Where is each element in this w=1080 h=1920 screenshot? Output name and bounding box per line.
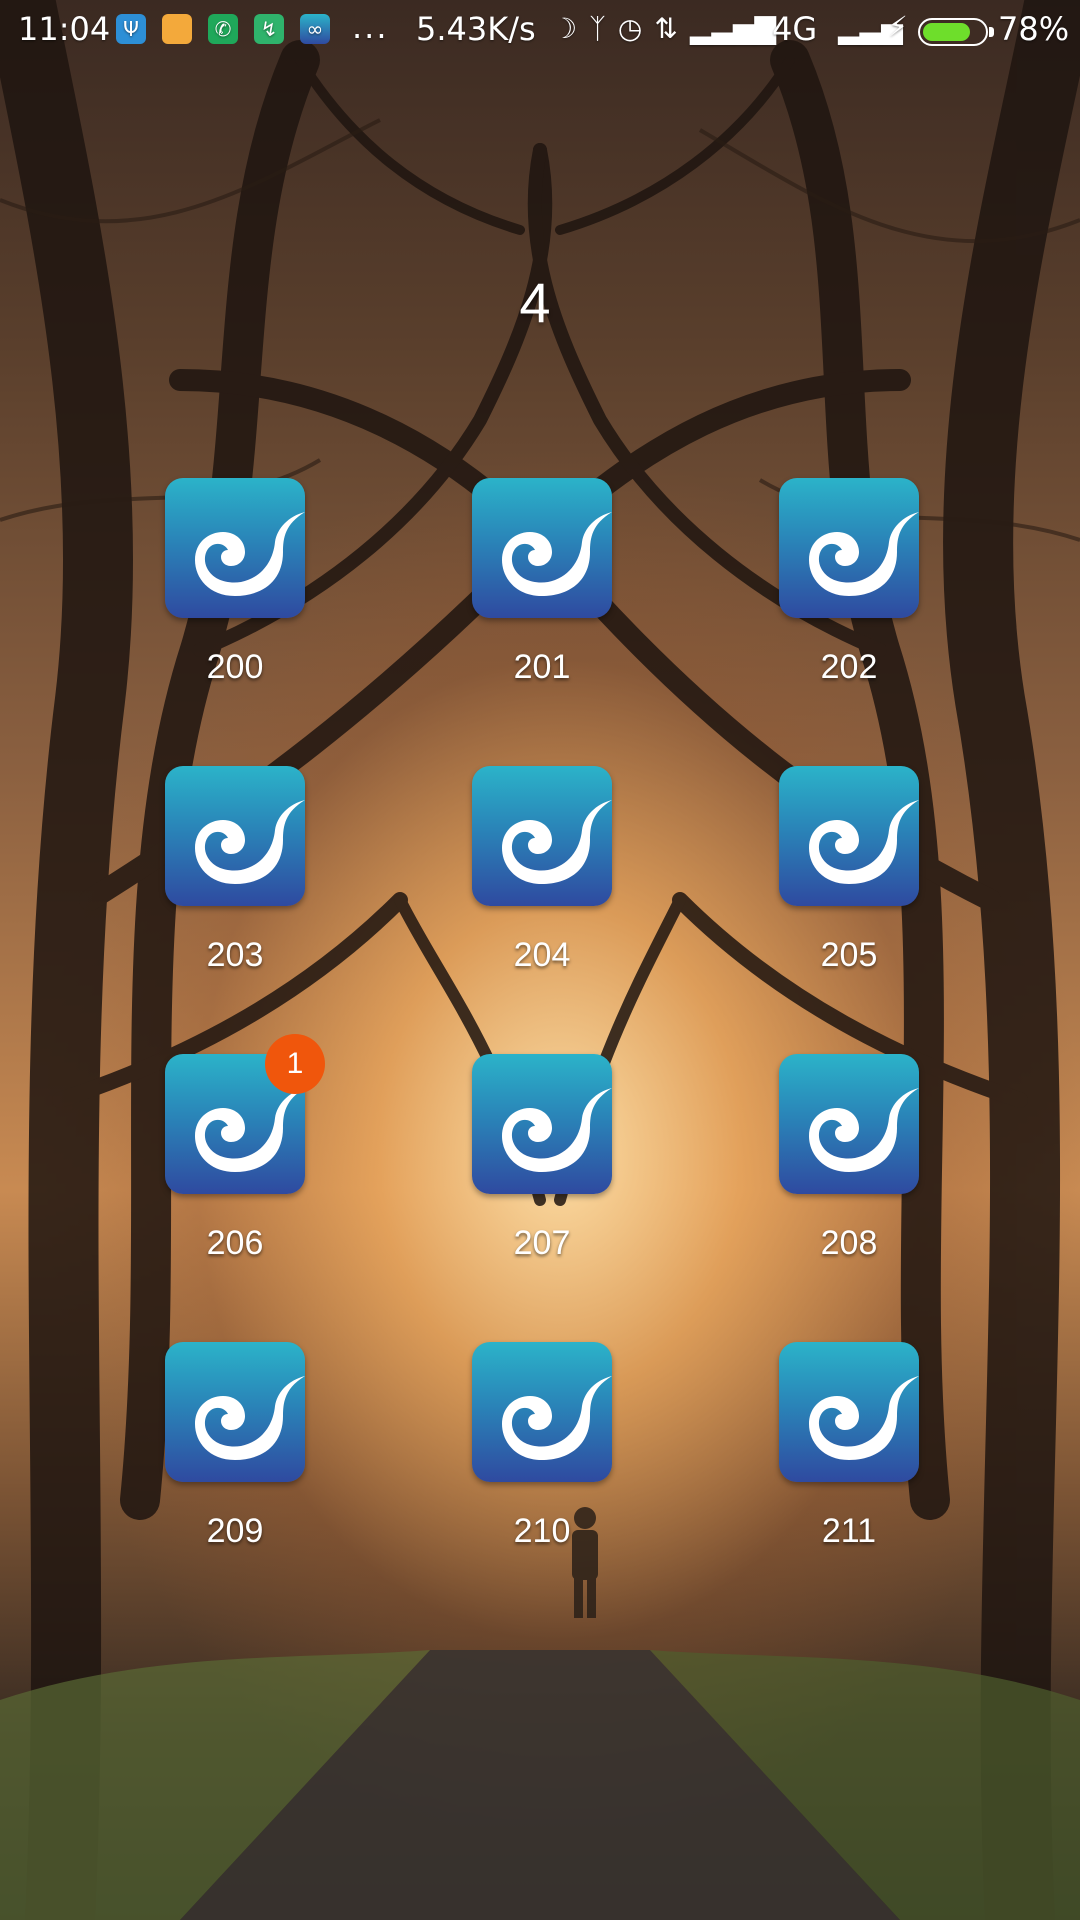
wave-logo-icon[interactable]: 1 bbox=[165, 1034, 325, 1194]
app-label: 205 bbox=[820, 936, 878, 974]
usb-icon: Ψ bbox=[116, 14, 146, 44]
moon-icon: ☽ bbox=[552, 12, 578, 45]
app-209[interactable]: 209 bbox=[140, 1342, 330, 1551]
wave-logo-icon[interactable] bbox=[165, 478, 305, 618]
app-label: 200 bbox=[206, 648, 264, 686]
notification-icons: Ψ ✆ ↯ ∞ bbox=[116, 14, 330, 44]
status-bar: 11:04 Ψ ✆ ↯ ∞ ... 5.43K/s ☽ ᛉ ◷ ⇅ ▂▃▅▇ 4… bbox=[0, 0, 1080, 62]
clock: 11:04 bbox=[18, 10, 111, 48]
status-icons: ☽ ᛉ ◷ ⇅ ▂▃▅▇ bbox=[552, 12, 776, 45]
app-label: 203 bbox=[206, 936, 264, 974]
signal-icon: ▂▃▅▇ bbox=[689, 12, 776, 45]
app-208[interactable]: 208 bbox=[754, 1054, 944, 1263]
wave-logo-icon[interactable] bbox=[472, 1054, 612, 1194]
phone-icon: ✆ bbox=[208, 14, 238, 44]
app-205[interactable]: 205 bbox=[754, 766, 944, 975]
app-207[interactable]: 207 bbox=[447, 1054, 637, 1263]
wave-logo-icon[interactable] bbox=[472, 478, 612, 618]
wave-logo-icon[interactable] bbox=[472, 1342, 612, 1482]
app-204[interactable]: 204 bbox=[447, 766, 637, 975]
app-211[interactable]: 211 bbox=[754, 1342, 944, 1551]
app-203[interactable]: 203 bbox=[140, 766, 330, 975]
wave-logo-icon[interactable] bbox=[472, 766, 612, 906]
battery-percent: 78% bbox=[998, 10, 1070, 48]
wave-logo-icon[interactable] bbox=[779, 1054, 919, 1194]
battery-level bbox=[923, 23, 970, 41]
more-notifications-icon: ... bbox=[352, 8, 389, 46]
wave-logo-icon[interactable] bbox=[779, 766, 919, 906]
message-icon bbox=[162, 14, 192, 44]
bluetooth-icon: ᛉ bbox=[589, 12, 606, 45]
wave-logo-icon[interactable] bbox=[779, 1342, 919, 1482]
app-210[interactable]: 210 bbox=[447, 1342, 637, 1551]
app-201[interactable]: 201 bbox=[447, 478, 637, 687]
app-200[interactable]: 200 bbox=[140, 478, 330, 687]
wave-logo-icon[interactable] bbox=[165, 1342, 305, 1482]
app-label: 201 bbox=[513, 648, 571, 686]
network-speed: 5.43K/s bbox=[416, 10, 536, 48]
shield-icon: ↯ bbox=[254, 14, 284, 44]
wave-logo-icon[interactable] bbox=[779, 478, 919, 618]
battery-icon bbox=[918, 18, 994, 46]
app-label: 211 bbox=[821, 1512, 877, 1550]
notification-badge: 1 bbox=[265, 1034, 325, 1094]
app-label: 204 bbox=[513, 936, 571, 974]
app-label: 206 bbox=[206, 1224, 264, 1262]
wave-logo-icon[interactable] bbox=[165, 766, 305, 906]
app-icon: ∞ bbox=[300, 14, 330, 44]
app-label: 209 bbox=[206, 1512, 264, 1550]
app-label: 210 bbox=[513, 1512, 571, 1550]
app-206[interactable]: 1 206 bbox=[140, 1034, 330, 1263]
home-screen-folder: 11:04 Ψ ✆ ↯ ∞ ... 5.43K/s ☽ ᛉ ◷ ⇅ ▂▃▅▇ 4… bbox=[0, 0, 1080, 1920]
network-type: 4G bbox=[772, 10, 818, 48]
bolt-icon: ⚡ bbox=[888, 10, 908, 43]
app-label: 202 bbox=[820, 648, 878, 686]
folder-title[interactable]: 4 bbox=[0, 270, 1070, 335]
app-label: 208 bbox=[820, 1224, 878, 1262]
alarm-icon: ◷ bbox=[617, 12, 643, 45]
data-arrows-icon: ⇅ bbox=[654, 12, 678, 45]
app-label: 207 bbox=[513, 1224, 571, 1262]
app-202[interactable]: 202 bbox=[754, 478, 944, 687]
